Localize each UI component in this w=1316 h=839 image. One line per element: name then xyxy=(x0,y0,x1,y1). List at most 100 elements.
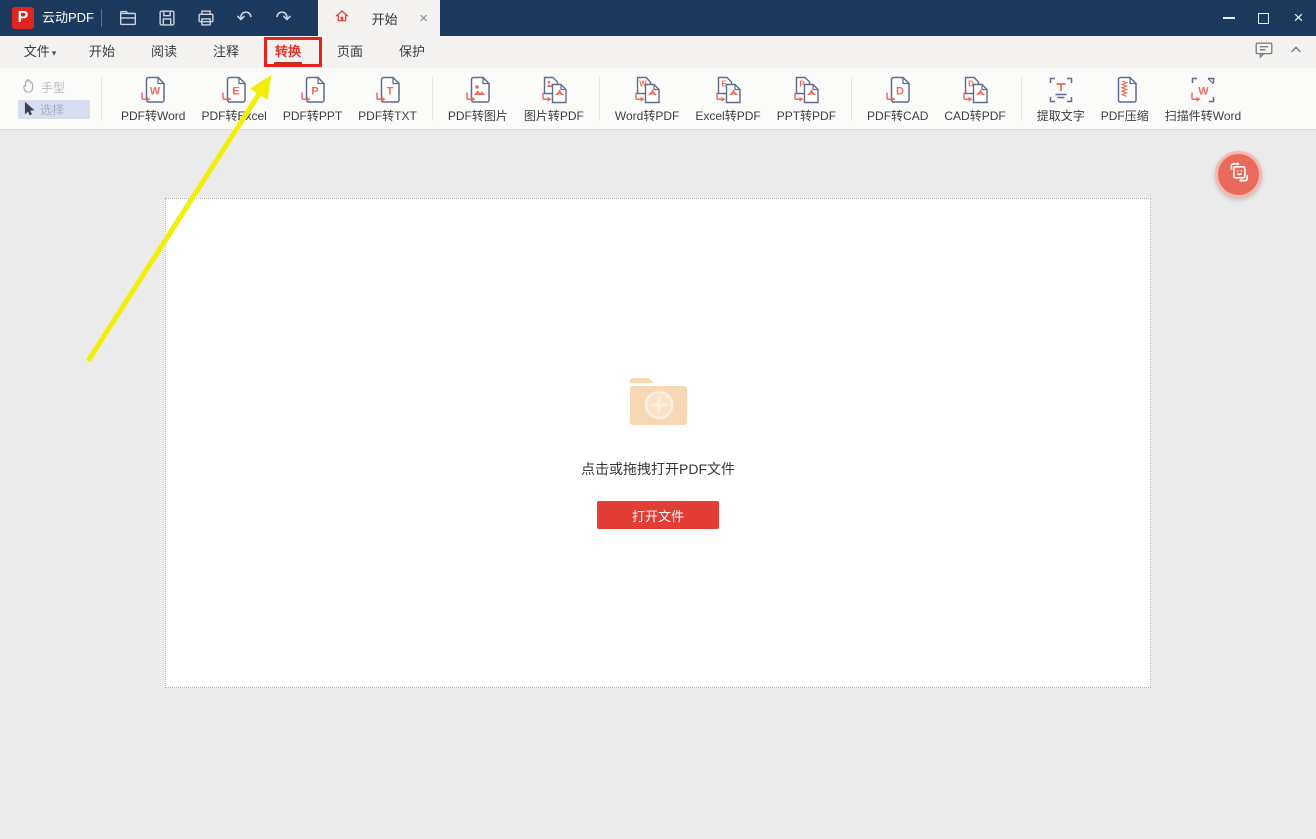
ppt-to-pdf-icon: P xyxy=(790,74,822,106)
titlebar: P 云动PDF ↶ ↷ 开始 × × xyxy=(0,0,1316,36)
toolbar-button-label: PDF转图片 xyxy=(447,108,508,123)
comment-button[interactable] xyxy=(1252,40,1276,64)
toolbar-button-label: PDF转Word xyxy=(121,108,186,123)
pdf-to-image-button[interactable]: PDF转图片 xyxy=(440,74,516,124)
toolbar-group: D PDF转CAD D CAD转PDF xyxy=(859,74,1014,124)
document-tab-home[interactable]: 开始 × xyxy=(318,0,440,36)
pdf-to-word-button[interactable]: W PDF转Word xyxy=(113,74,193,124)
toolbar-button-label: PDF转PPT xyxy=(282,108,343,123)
toolbar-separator xyxy=(598,76,600,121)
undo-button[interactable]: ↶ xyxy=(233,7,256,30)
ppt-to-pdf-button[interactable]: P PPT转PDF xyxy=(769,74,844,124)
folder-open-icon xyxy=(117,7,139,29)
maximize-icon xyxy=(1258,12,1269,24)
app-title: 云动PDF xyxy=(42,10,95,25)
caret-down-icon: ▾ xyxy=(51,48,57,58)
pdf-compress-button[interactable]: PDF压缩 xyxy=(1093,74,1157,124)
menu-tab-home[interactable]: 开始 xyxy=(71,36,133,68)
menu-tab-file[interactable]: 文件 ▾ xyxy=(9,36,71,68)
minimize-icon xyxy=(1222,17,1235,19)
menu-tab-annotate[interactable]: 注释 xyxy=(195,36,257,68)
dropzone[interactable]: 点击或拖拽打开PDF文件 打开文件 xyxy=(165,198,1151,688)
toolbar-button-label: PDF转Excel xyxy=(201,108,267,123)
menubar-right xyxy=(1252,36,1308,68)
close-icon: × xyxy=(1293,8,1304,27)
toolbar-separator xyxy=(101,76,102,121)
svg-text:D: D xyxy=(896,85,904,97)
folder-plus-icon xyxy=(626,375,690,432)
menu-tab-page[interactable]: 页面 xyxy=(319,36,381,68)
toolbar-button-label: 提取文字 xyxy=(1036,108,1085,123)
toolbar-group: W PDF转Word E PDF转Excel P PDF转PPT T PDF转TXT xyxy=(113,74,425,124)
toolbar-group: W Word转PDF E Excel转PDF P PPT转PDF xyxy=(607,74,844,124)
maximize-button[interactable] xyxy=(1246,0,1281,36)
titlebar-divider xyxy=(101,9,102,27)
app-logo-icon: P xyxy=(12,7,34,29)
image-to-pdf-button[interactable]: 图片转PDF xyxy=(516,74,592,124)
pointer-tools: 手型 选择 xyxy=(18,78,90,119)
hand-icon xyxy=(21,78,37,97)
select-tool-button[interactable]: 选择 xyxy=(18,100,90,119)
toolbar-separator xyxy=(431,76,433,121)
excel-to-pdf-button[interactable]: E Excel转PDF xyxy=(687,74,768,124)
excel-to-pdf-icon: E xyxy=(712,74,744,106)
toolbar-button-label: Excel转PDF xyxy=(695,108,761,123)
pdf-to-cad-icon: D xyxy=(882,74,914,106)
toolbar-group: PDF转图片 图片转PDF xyxy=(440,74,592,124)
toolbar-button-label: 图片转PDF xyxy=(523,108,584,123)
toolbar-button-label: PDF转TXT xyxy=(358,108,417,123)
convert-fab-button[interactable] xyxy=(1215,151,1262,198)
pdf-to-excel-icon: E xyxy=(218,74,250,106)
tool-label: 选择 xyxy=(40,103,65,117)
cad-to-pdf-button[interactable]: D CAD转PDF xyxy=(936,74,1013,124)
scan-to-word-icon: W xyxy=(1187,74,1219,106)
comment-icon xyxy=(1253,39,1275,66)
print-icon xyxy=(195,7,217,29)
pdf-to-ppt-icon: P xyxy=(297,74,329,106)
menu-tab-read[interactable]: 阅读 xyxy=(133,36,195,68)
collapse-ribbon-button[interactable] xyxy=(1284,40,1308,64)
pdf-compress-icon xyxy=(1109,74,1141,106)
cursor-icon xyxy=(21,101,36,119)
open-file-dialog-button[interactable]: 打开文件 xyxy=(597,501,719,529)
scan-to-word-button[interactable]: W 扫描件转Word xyxy=(1157,74,1249,124)
svg-text:W: W xyxy=(1198,85,1209,97)
pdf-to-cad-button[interactable]: D PDF转CAD xyxy=(859,74,936,124)
svg-text:E: E xyxy=(232,85,239,97)
close-button[interactable]: × xyxy=(1281,0,1316,36)
toolbar-groups: W PDF转Word E PDF转Excel P PDF转PPT T PDF转TXT … xyxy=(113,74,1249,124)
svg-text:P: P xyxy=(311,85,318,97)
tab-label: 开始 xyxy=(371,11,398,27)
pdf-to-word-icon: W xyxy=(137,74,169,106)
app-window: P 云动PDF ↶ ↷ 开始 × × 文件 ▾ 开始 阅读 注释 转换 页面 保… xyxy=(0,0,1316,839)
chevron-up-icon xyxy=(1287,41,1305,64)
menu-tab-protect[interactable]: 保护 xyxy=(381,36,443,68)
print-button[interactable] xyxy=(194,7,217,30)
toolbar-group: 提取文字 PDF压缩 W 扫描件转Word xyxy=(1029,74,1250,124)
save-button[interactable] xyxy=(155,7,178,30)
toolbar-button-label: PDF转CAD xyxy=(867,108,929,123)
tool-label: 手型 xyxy=(41,81,66,95)
extract-text-button[interactable]: 提取文字 xyxy=(1029,74,1093,124)
menubar: 文件 ▾ 开始 阅读 注释 转换 页面 保护 xyxy=(0,36,1316,68)
save-icon xyxy=(156,7,178,29)
pdf-to-ppt-button[interactable]: P PDF转PPT xyxy=(275,74,350,124)
hand-tool-button[interactable]: 手型 xyxy=(18,78,90,97)
pdf-to-txt-button[interactable]: T PDF转TXT xyxy=(350,74,425,124)
svg-text:W: W xyxy=(150,85,161,97)
open-file-button[interactable] xyxy=(116,7,139,30)
toolbar-separator xyxy=(1020,76,1022,121)
image-to-pdf-icon xyxy=(538,74,570,106)
minimize-button[interactable] xyxy=(1211,0,1246,36)
pdf-to-excel-button[interactable]: E PDF转Excel xyxy=(193,74,274,124)
undo-icon: ↶ xyxy=(236,7,253,29)
redo-icon: ↷ xyxy=(275,7,292,29)
menu-tab-convert[interactable]: 转换 xyxy=(257,36,319,68)
word-to-pdf-button[interactable]: W Word转PDF xyxy=(607,74,687,124)
word-to-pdf-icon: W xyxy=(631,74,663,106)
toolbar-button-label: CAD转PDF xyxy=(944,108,1006,123)
tab-close-icon[interactable]: × xyxy=(419,10,428,27)
redo-button[interactable]: ↷ xyxy=(272,7,295,30)
toolbar-separator xyxy=(851,76,853,121)
cad-to-pdf-icon: D xyxy=(959,74,991,106)
